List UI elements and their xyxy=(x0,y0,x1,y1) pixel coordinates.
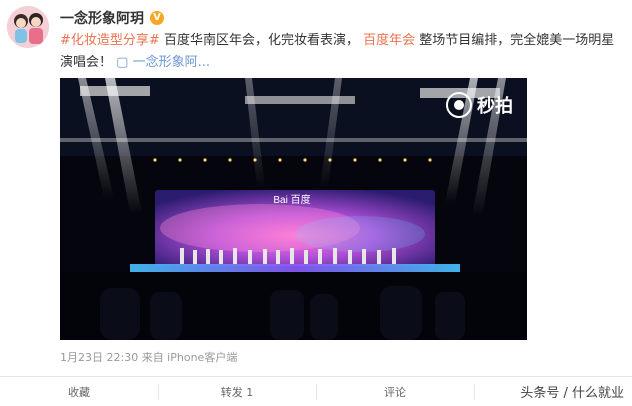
post-text: #化妆造型分享# 百度华南区年会，化完妆看表演， 百度年会 整场节目编排，完全媲… xyxy=(60,30,615,74)
comment-button[interactable]: 评论 xyxy=(316,377,474,406)
video-link-label: 一念形象阿... xyxy=(132,55,210,70)
repost-label: 转发 1 xyxy=(220,385,254,399)
avatar-image xyxy=(7,6,49,48)
hashtag-link[interactable]: #化妆造型分享# xyxy=(60,33,160,48)
miaopai-watermark: 秒拍 xyxy=(446,92,513,118)
author-line: 一念形象阿玥 V xyxy=(60,8,164,28)
favorite-label: 收藏 xyxy=(68,385,90,399)
stage-logo: Bai 百度 xyxy=(273,193,310,206)
video-link-icon: ▢ xyxy=(116,55,129,70)
post-text-part1: 百度华南区年会，化完妆看表演， xyxy=(163,33,359,48)
highlight-link[interactable]: 百度年会 xyxy=(363,33,415,48)
favorite-button[interactable]: 收藏 xyxy=(0,377,158,406)
avatar[interactable] xyxy=(7,6,49,48)
post-meta[interactable]: 1月23日 22:30 来自 iPhone客户端 xyxy=(60,349,237,365)
author-name[interactable]: 一念形象阿玥 xyxy=(60,8,144,28)
comment-label: 评论 xyxy=(384,385,406,399)
corner-watermark: 头条号 / 什么就业 xyxy=(474,378,632,405)
watermark-label: 秒拍 xyxy=(477,96,513,117)
miaopai-eye-icon xyxy=(446,92,472,118)
repost-button[interactable]: 转发 1 xyxy=(158,377,316,406)
corner-watermark-label: 头条号 / 什么就业 xyxy=(520,386,624,401)
verified-icon: V xyxy=(150,11,164,25)
video-player[interactable]: Bai 百度 秒拍 xyxy=(60,78,527,340)
video-link[interactable]: ▢ 一念形象阿... xyxy=(116,55,210,70)
